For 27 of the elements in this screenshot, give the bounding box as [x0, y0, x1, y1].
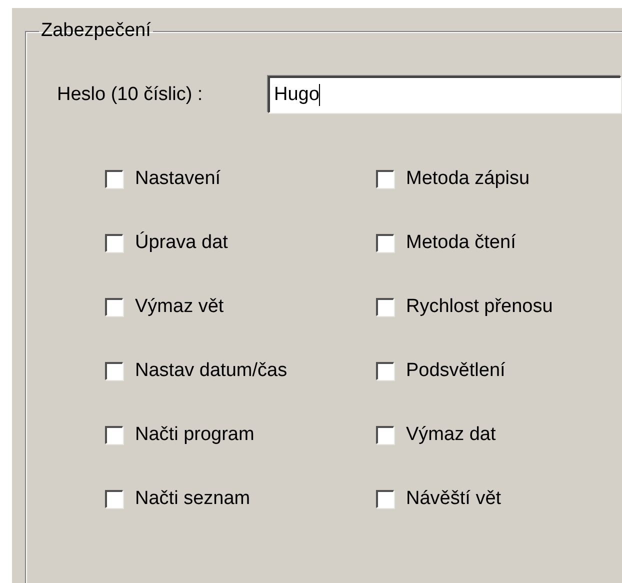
checkbox-label[interactable]: Nastav datum/čas: [135, 360, 288, 382]
checkbox[interactable]: [105, 170, 123, 188]
checkbox[interactable]: [105, 362, 123, 380]
checkbox[interactable]: [105, 490, 123, 508]
checkbox[interactable]: [105, 426, 123, 444]
checkbox-label[interactable]: Načti program: [135, 424, 254, 446]
checkbox[interactable]: [376, 490, 394, 508]
checkbox-label[interactable]: Úprava dat: [135, 232, 228, 254]
checkbox[interactable]: [376, 234, 394, 252]
checkbox-label[interactable]: Výmaz dat: [406, 424, 496, 446]
checkbox-label[interactable]: Podsvětlení: [406, 360, 506, 382]
checkbox[interactable]: [105, 234, 123, 252]
checkbox-label[interactable]: Metoda zápisu: [406, 168, 530, 190]
checkbox-label[interactable]: Návěští vět: [406, 488, 502, 510]
checkbox-label[interactable]: Výmaz vět: [135, 296, 224, 318]
checkbox[interactable]: [376, 426, 394, 444]
checkbox-label[interactable]: Načti seznam: [135, 488, 250, 510]
password-label: Heslo (10 číslic) :: [57, 84, 204, 106]
checkbox[interactable]: [376, 362, 394, 380]
checkbox-label[interactable]: Metoda čtení: [406, 232, 516, 254]
checkbox-label[interactable]: Rychlost přenosu: [406, 296, 553, 318]
group-title: Zabezpečení: [40, 20, 152, 42]
checkbox[interactable]: [105, 298, 123, 316]
checkbox[interactable]: [376, 170, 394, 188]
checkbox[interactable]: [376, 298, 394, 316]
password-field[interactable]: Hugo: [268, 76, 621, 113]
checkbox-label[interactable]: Nastavení: [135, 168, 221, 190]
